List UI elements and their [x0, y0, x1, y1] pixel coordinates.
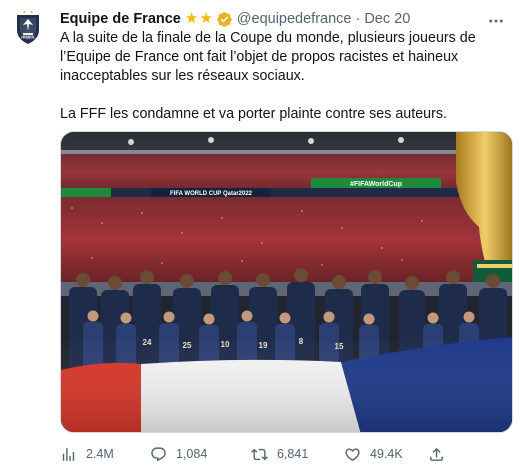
badge-stars: ★ ★ — [185, 11, 214, 27]
views-chart-icon — [62, 447, 75, 461]
upper-ad-ring — [61, 188, 512, 197]
tweet-actions: 2.4M 1,084 6,841 49.4K — [60, 443, 513, 465]
fff-crest-icon: FRANCE — [17, 11, 39, 44]
tweet-card[interactable]: FRANCE Equipe de France ★ ★ @equipedefra… — [0, 0, 521, 469]
author-display-name[interactable]: Equipe de France — [60, 9, 181, 29]
share-button[interactable] — [428, 446, 445, 463]
star-icon: ★ — [199, 10, 213, 27]
verified-badge-icon[interactable] — [216, 11, 233, 28]
like-button[interactable]: 49.4K — [344, 446, 403, 463]
banner-hashtag: #FIFAWorldCup — [350, 181, 402, 188]
heart-icon — [345, 447, 360, 461]
banner-fifa: FIFA WORLD CUP Qatar2022 — [170, 191, 253, 197]
retweet-button[interactable]: 6,841 — [251, 446, 308, 463]
author-handle[interactable]: @equipedefrance — [237, 9, 352, 29]
retweet-icon — [251, 448, 268, 460]
tweet-text: A la suite de la finale de la Coupe du m… — [60, 29, 512, 143]
reply-count: 1,084 — [176, 447, 208, 461]
reply-button[interactable]: 1,084 — [150, 446, 207, 463]
star-icon: ★ — [184, 10, 199, 27]
like-count: 49.4K — [370, 447, 403, 461]
share-icon — [430, 447, 443, 461]
retweet-count: 6,841 — [277, 447, 309, 461]
tweet-text-paragraph: A la suite de la finale de la Coupe du m… — [60, 30, 476, 84]
tweet-date[interactable]: Dec 20 — [364, 9, 410, 29]
team-lineup-photo: #FIFAWorldCup FIFA WORLD CUP Qatar2022 — [61, 132, 512, 432]
avatar[interactable]: FRANCE — [8, 8, 48, 48]
reply-icon — [151, 446, 166, 461]
avatar-label: FRANCE — [21, 36, 34, 40]
views-count: 2.4M — [86, 447, 114, 461]
views-button[interactable]: 2.4M — [60, 446, 114, 463]
tweet-header: Equipe de France ★ ★ @equipedefrance · D… — [60, 9, 410, 29]
tweet-photo[interactable]: #FIFAWorldCup FIFA WORLD CUP Qatar2022 — [60, 131, 513, 433]
header-separator: · — [355, 11, 361, 27]
tweet-text-paragraph: La FFF les condamne et va porter plainte… — [60, 106, 448, 122]
more-dots-icon[interactable] — [485, 12, 507, 30]
french-flag — [61, 337, 512, 432]
